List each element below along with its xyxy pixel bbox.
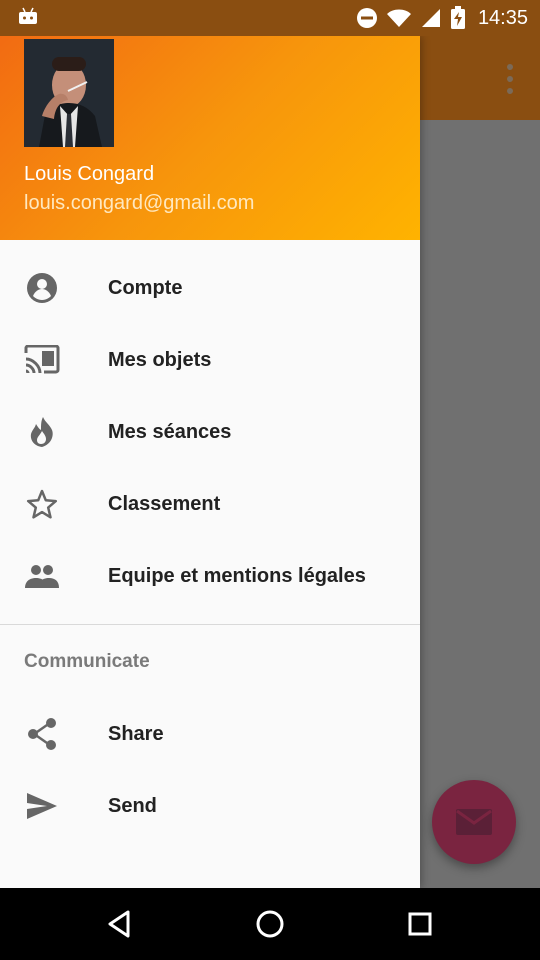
status-right-group: 14:35 [356, 0, 528, 36]
recents-icon [408, 912, 432, 936]
people-icon [24, 558, 60, 594]
cellular-signal-icon [421, 9, 440, 27]
menu-item-mes-seances[interactable]: Mes séances [0, 396, 420, 468]
mail-icon [456, 809, 492, 835]
menu-item-equipe[interactable]: Equipe et mentions légales [0, 540, 420, 612]
wifi-icon [386, 9, 411, 27]
menu-item-classement[interactable]: Classement [0, 468, 420, 540]
section-divider [0, 624, 420, 625]
menu-label-share: Share [108, 723, 164, 745]
home-button[interactable] [252, 906, 288, 942]
compose-fab[interactable] [432, 780, 516, 864]
more-vert-icon[interactable] [498, 64, 522, 94]
status-bar: 14:35 [0, 0, 540, 36]
home-icon [256, 910, 284, 938]
menu-label-mes-seances: Mes séances [108, 421, 232, 443]
menu-label-equipe: Equipe et mentions légales [108, 565, 366, 587]
menu-item-mes-objets[interactable]: Mes objets [0, 324, 420, 396]
share-icon [24, 716, 60, 752]
navigation-bar [0, 888, 540, 960]
menu-item-send[interactable]: Send [0, 770, 420, 842]
menu-label-compte: Compte [108, 277, 183, 299]
avatar[interactable] [24, 39, 114, 147]
section-header-communicate: Communicate [24, 651, 150, 672]
menu-label-classement: Classement [108, 493, 221, 515]
recents-button[interactable] [402, 906, 438, 942]
battery-charging-icon [450, 6, 465, 29]
back-icon [108, 910, 130, 938]
flame-icon [24, 414, 60, 450]
user-email: louis.congard@gmail.com [24, 192, 255, 214]
android-icon [18, 7, 38, 27]
menu-label-send: Send [108, 795, 157, 817]
secondary-menu: Share Send [0, 698, 420, 842]
menu-label-mes-objets: Mes objets [108, 349, 212, 371]
star-outline-icon [24, 486, 60, 522]
send-icon [24, 788, 60, 824]
clock: 14:35 [477, 7, 528, 29]
menu-item-share[interactable]: Share [0, 698, 420, 770]
back-button[interactable] [102, 906, 138, 942]
account-circle-icon [24, 270, 60, 306]
drawer-header: Louis Congard louis.congard@gmail.com [0, 36, 420, 240]
primary-menu: Compte Mes objets Mes séances Classement… [0, 252, 420, 612]
navigation-drawer: Louis Congard louis.congard@gmail.com Co… [0, 36, 420, 888]
cast-icon [24, 342, 60, 378]
do-not-disturb-icon [356, 8, 377, 28]
user-name: Louis Congard [24, 163, 155, 185]
menu-item-compte[interactable]: Compte [0, 252, 420, 324]
